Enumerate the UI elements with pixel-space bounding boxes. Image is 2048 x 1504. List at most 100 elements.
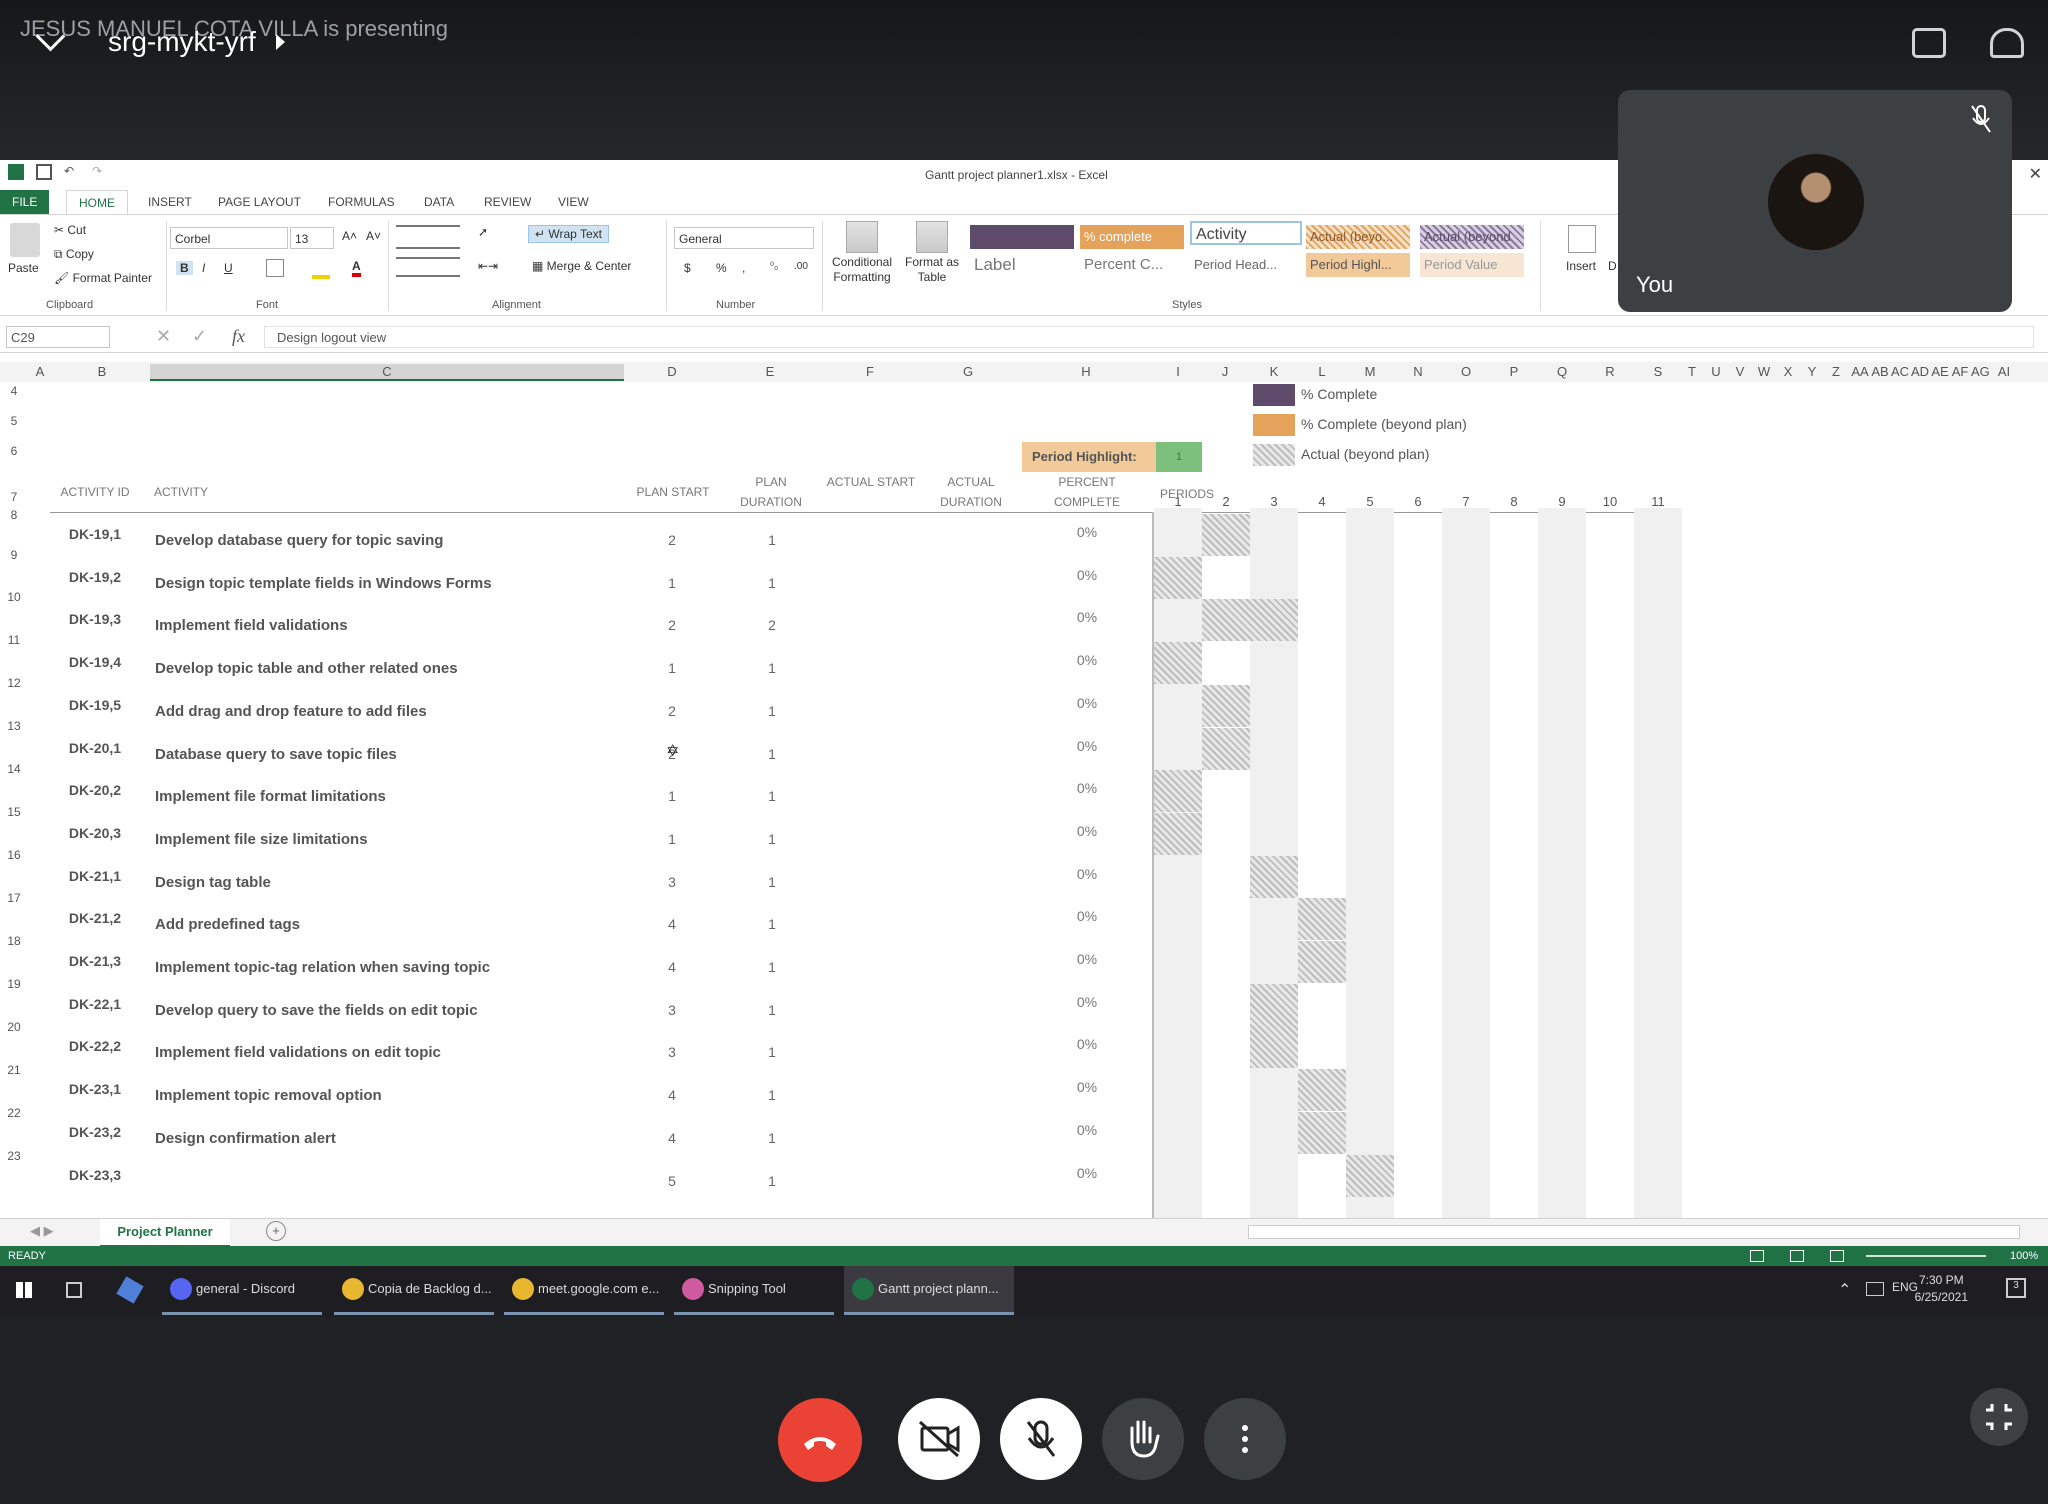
activity-cell[interactable]: Database query to save topic files [155, 746, 397, 763]
plan-duration-cell[interactable]: 1 [752, 1044, 792, 1060]
more-options-button[interactable] [1204, 1398, 1286, 1480]
page-layout-view-icon[interactable] [1790, 1250, 1804, 1262]
align-top-icons[interactable] [396, 225, 460, 249]
plan-start-cell[interactable]: 4 [652, 1087, 692, 1103]
grow-font-button[interactable]: A˄ [342, 229, 357, 243]
plan-duration-cell[interactable]: 1 [752, 532, 792, 548]
camera-off-button[interactable] [898, 1398, 980, 1480]
column-header-w[interactable]: W [1755, 364, 1773, 379]
style-swatch-dark[interactable] [970, 225, 1074, 249]
row-number[interactable]: 15 [0, 805, 28, 819]
page-break-view-icon[interactable] [1830, 1250, 1844, 1262]
tab-review[interactable]: REVIEW [472, 190, 543, 214]
taskbar-app[interactable]: Gantt project plann... [844, 1266, 1014, 1315]
percent-complete-cell[interactable]: 0% [1072, 951, 1102, 967]
percent-complete-cell[interactable]: 0% [1072, 908, 1102, 924]
percent-complete-cell[interactable]: 0% [1072, 1165, 1102, 1181]
merge-center-button[interactable]: ▦ Merge & Center [532, 259, 631, 273]
redo-icon[interactable]: ↷ [92, 164, 108, 180]
font-name-select[interactable]: Corbel [170, 227, 288, 249]
activity-id-cell[interactable]: DK-22,2 [55, 1038, 135, 1054]
activity-cell[interactable]: Implement topic-tag relation when saving… [155, 959, 490, 976]
raise-hand-button[interactable] [1102, 1398, 1184, 1480]
delete-cells-button[interactable]: D [1608, 259, 1617, 273]
cancel-icon[interactable]: ✕ [156, 326, 171, 347]
headphones-icon[interactable] [1990, 28, 2024, 58]
style-period-value[interactable]: Period Value [1420, 253, 1524, 277]
font-color-button[interactable]: A [352, 259, 361, 277]
percent-complete-cell[interactable]: 0% [1072, 609, 1102, 625]
column-header-l[interactable]: L [1312, 364, 1332, 379]
zoom-slider[interactable] [1866, 1255, 1986, 1257]
plan-start-cell[interactable]: 1 [652, 831, 692, 847]
align-left-icons[interactable] [396, 257, 460, 277]
column-header-ai[interactable]: AI [1995, 364, 2013, 379]
column-header-p[interactable]: P [1504, 364, 1524, 379]
column-header-s[interactable]: S [1648, 364, 1668, 379]
column-header-a[interactable]: A [28, 364, 52, 379]
column-header-af[interactable]: AF [1951, 364, 1969, 379]
plan-start-cell[interactable]: 2 [652, 532, 692, 548]
column-header-o[interactable]: O [1456, 364, 1476, 379]
row-number[interactable]: 7 [0, 490, 28, 504]
activity-id-cell[interactable]: DK-19,2 [55, 569, 135, 585]
row-number[interactable]: 11 [0, 633, 28, 647]
italic-button[interactable]: I [202, 261, 205, 275]
activity-id-cell[interactable]: DK-22,1 [55, 996, 135, 1012]
row-number[interactable]: 17 [0, 891, 28, 905]
plan-start-cell[interactable]: 2 [652, 617, 692, 633]
style-period-highlight[interactable]: Period Highl... [1306, 253, 1410, 277]
percent-complete-cell[interactable]: 0% [1072, 695, 1102, 711]
cut-button[interactable]: ✂ Cut [54, 223, 86, 237]
plan-start-cell[interactable]: 4 [652, 916, 692, 932]
save-icon[interactable] [36, 164, 52, 180]
plan-duration-cell[interactable]: 1 [752, 959, 792, 975]
row-number[interactable]: 6 [0, 444, 28, 458]
activity-id-cell[interactable]: DK-21,1 [55, 868, 135, 884]
plan-duration-cell[interactable]: 1 [752, 916, 792, 932]
column-header-v[interactable]: V [1731, 364, 1749, 379]
currency-button[interactable]: $ [684, 261, 691, 275]
tab-insert[interactable]: INSERT [136, 190, 204, 214]
plan-start-cell[interactable]: 1 [652, 660, 692, 676]
row-number[interactable]: 13 [0, 719, 28, 733]
plan-duration-cell[interactable]: 1 [752, 831, 792, 847]
fill-color-icon[interactable] [312, 259, 330, 279]
plan-start-cell[interactable]: 3 [652, 1044, 692, 1060]
worksheet-grid[interactable]: % Complete % Complete (beyond plan) Actu… [0, 382, 2048, 1218]
network-icon[interactable] [1866, 1282, 1884, 1296]
activity-id-cell[interactable]: DK-19,3 [55, 611, 135, 627]
decrease-decimal-button[interactable]: .00 [794, 261, 808, 272]
font-size-select[interactable]: 13 [290, 227, 334, 249]
orientation-icon[interactable]: ➚ [478, 225, 506, 239]
plan-duration-cell[interactable]: 1 [752, 703, 792, 719]
undo-icon[interactable]: ↶ [64, 164, 80, 180]
plan-duration-cell[interactable]: 1 [752, 788, 792, 804]
underline-button[interactable]: U [224, 261, 233, 275]
plan-duration-cell[interactable]: 2 [752, 617, 792, 633]
percent-complete-cell[interactable]: 0% [1072, 994, 1102, 1010]
period-highlight-value[interactable]: 1 [1156, 442, 1202, 472]
column-header-m[interactable]: M [1360, 364, 1380, 379]
activity-cell[interactable]: Implement field validations [155, 617, 348, 634]
plan-start-cell[interactable]: 4 [652, 1130, 692, 1146]
percent-complete-cell[interactable]: 0% [1072, 780, 1102, 796]
percent-complete-cell[interactable]: 0% [1072, 1036, 1102, 1052]
style-actual-beyond-2[interactable]: Actual (beyond [1420, 225, 1524, 249]
borders-icon[interactable] [266, 259, 284, 277]
percent-complete-cell[interactable]: 0% [1072, 866, 1102, 882]
end-call-button[interactable] [778, 1398, 862, 1482]
column-header-ag[interactable]: AG [1971, 364, 1990, 379]
number-format-select[interactable]: General [674, 227, 814, 249]
notification-count[interactable]: 3 [2006, 1278, 2026, 1298]
clock[interactable]: 7:30 PM 6/25/2021 [1915, 1272, 1968, 1306]
row-number[interactable]: 19 [0, 977, 28, 991]
conditional-formatting-button[interactable]: Conditional Formatting [826, 255, 898, 285]
name-box[interactable]: C29 [6, 326, 110, 348]
format-painter-button[interactable]: 🖌 Format Painter [54, 271, 152, 285]
plan-start-cell[interactable]: 1 [652, 788, 692, 804]
percent-complete-cell[interactable]: 0% [1072, 567, 1102, 583]
paste-icon[interactable] [10, 223, 40, 257]
sheet-nav-icons[interactable]: ◀ ▶ [30, 1223, 54, 1239]
taskbar-app[interactable]: Snipping Tool [674, 1266, 834, 1315]
